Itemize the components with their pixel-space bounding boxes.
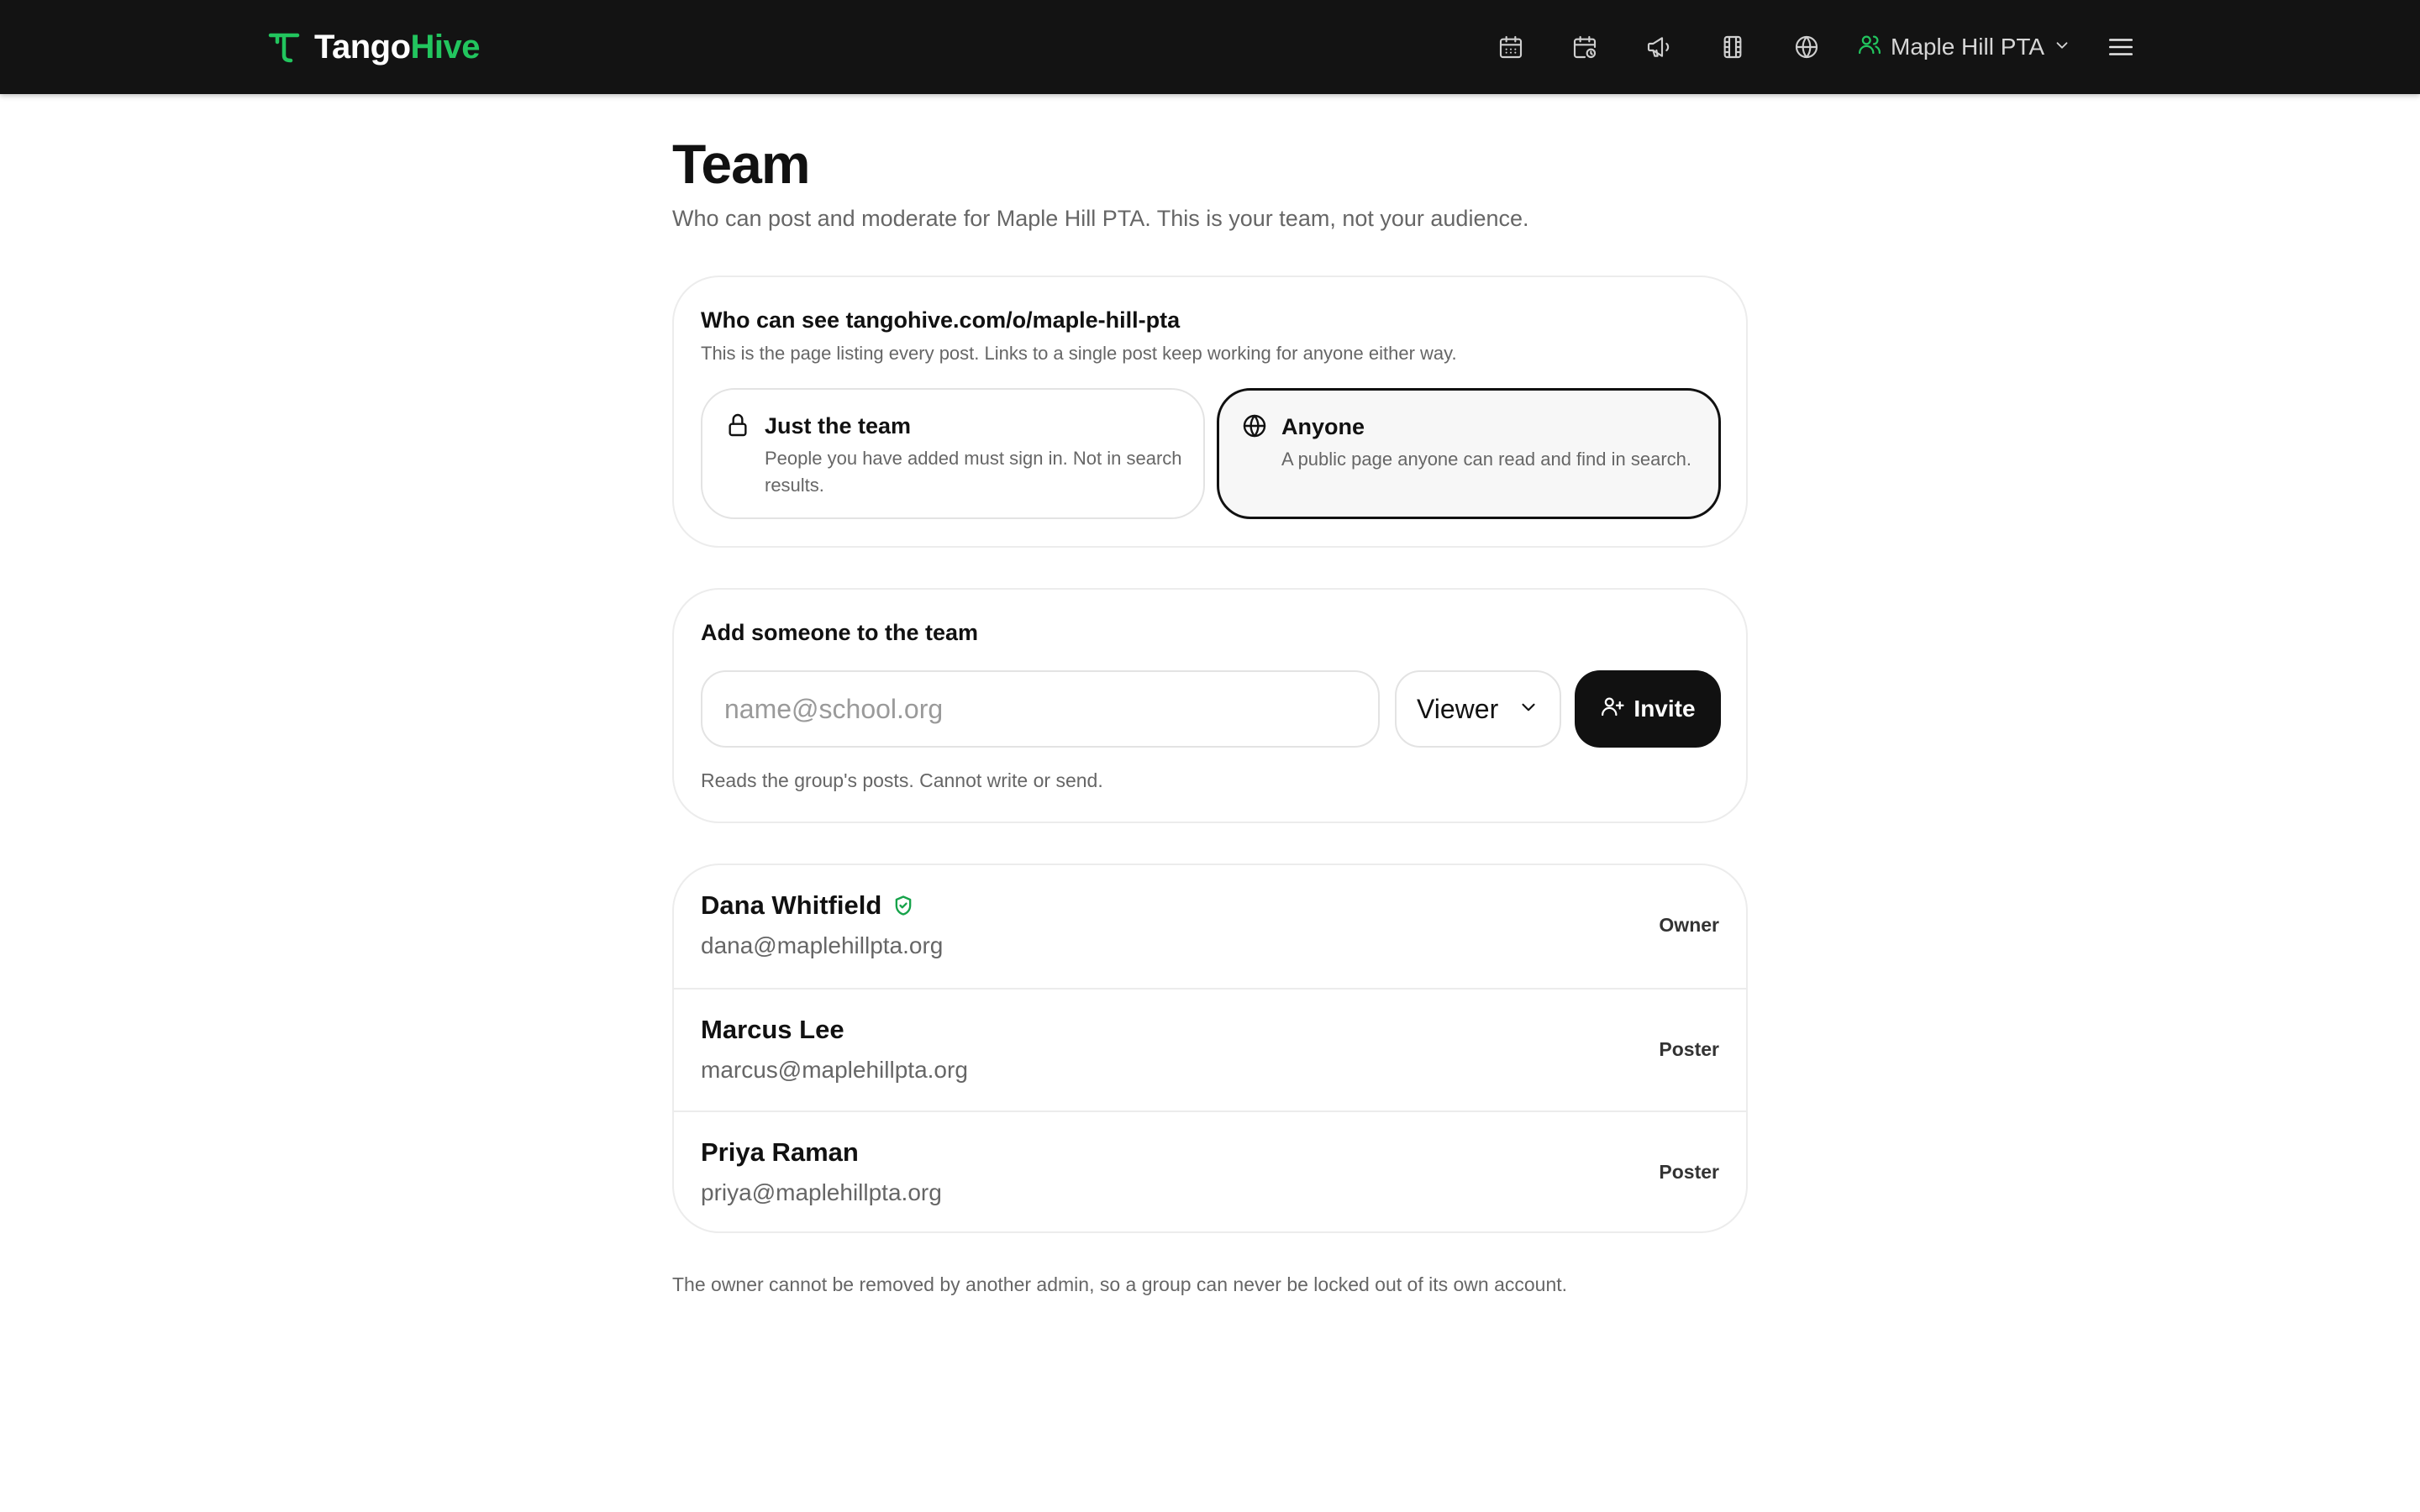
page-subtitle: Who can post and moderate for Maple Hill… <box>672 206 1529 231</box>
invite-label: Invite <box>1634 696 1696 722</box>
brand-logo[interactable]: TangoHive <box>267 28 481 66</box>
member-name: Marcus Lee <box>701 1015 844 1044</box>
hamburger-menu-icon[interactable] <box>2101 27 2141 67</box>
visibility-card: Who can see tangohive.com/o/maple-hill-p… <box>672 276 1748 548</box>
role-selected-value: Viewer <box>1417 693 1499 724</box>
visibility-title: Who can see tangohive.com/o/maple-hill-p… <box>701 307 1181 333</box>
member-email: dana@maplehillpta.org <box>701 932 944 958</box>
owner-footnote: The owner cannot be removed by another a… <box>672 1273 1568 1295</box>
team-member-list: Dana Whitfield dana@maplehillpta.org Own… <box>672 864 1748 1233</box>
table-row[interactable]: Marcus Lee marcus@maplehillpta.org Poste… <box>674 988 1746 1110</box>
email-input[interactable] <box>701 670 1380 748</box>
role-hint: Reads the group's posts. Cannot write or… <box>701 769 1103 791</box>
option-title: Anyone <box>1281 414 1365 439</box>
add-member-title: Add someone to the team <box>701 620 979 645</box>
brand-name: TangoHive <box>314 28 481 66</box>
users-icon <box>1857 32 1882 63</box>
user-plus-icon <box>1600 694 1625 725</box>
visibility-option-anyone[interactable]: Anyone A public page anyone can read and… <box>1217 388 1721 519</box>
table-row[interactable]: Priya Raman priya@maplehillpta.org Poste… <box>674 1110 1746 1231</box>
option-description: A public page anyone can read and find i… <box>1281 449 1692 470</box>
film-icon[interactable] <box>1712 27 1753 67</box>
org-name: Maple Hill PTA <box>1891 34 2045 60</box>
globe-icon <box>1241 412 1268 439</box>
member-role: Owner <box>1659 914 1719 936</box>
invite-button[interactable]: Invite <box>1575 670 1721 748</box>
add-member-card: Add someone to the team Viewer Invite Re… <box>672 588 1748 823</box>
visibility-description: This is the page listing every post. Lin… <box>701 343 1457 364</box>
shield-check-icon <box>892 894 915 917</box>
globe-icon[interactable] <box>1786 27 1827 67</box>
page-title: Team <box>672 133 811 195</box>
option-title: Just the team <box>765 413 912 438</box>
org-switcher[interactable]: Maple Hill PTA <box>1857 32 2071 63</box>
table-row[interactable]: Dana Whitfield dana@maplehillpta.org Own… <box>674 865 1746 988</box>
top-nav: Maple Hill PTA <box>1491 27 2071 67</box>
role-select[interactable]: Viewer <box>1395 670 1561 748</box>
member-role: Poster <box>1659 1038 1719 1060</box>
chevron-down-icon <box>1518 694 1539 725</box>
option-description: People you have added must sign in. Not … <box>765 448 1182 496</box>
chevron-down-icon <box>2053 34 2071 60</box>
megaphone-icon[interactable] <box>1639 27 1679 67</box>
member-name: Priya Raman <box>701 1137 859 1167</box>
visibility-option-team[interactable]: Just the team People you have added must… <box>701 388 1205 519</box>
member-role: Poster <box>1659 1161 1719 1183</box>
top-bar: TangoHive Maple Hill PTA <box>0 0 2420 94</box>
member-name: Dana Whitfield <box>701 890 882 920</box>
calendar-icon[interactable] <box>1491 27 1531 67</box>
member-email: marcus@maplehillpta.org <box>701 1057 968 1083</box>
member-email: priya@maplehillpta.org <box>701 1179 942 1205</box>
lock-icon <box>724 412 751 438</box>
tangohive-logo-icon <box>267 30 301 64</box>
calendar-clock-icon[interactable] <box>1565 27 1605 67</box>
